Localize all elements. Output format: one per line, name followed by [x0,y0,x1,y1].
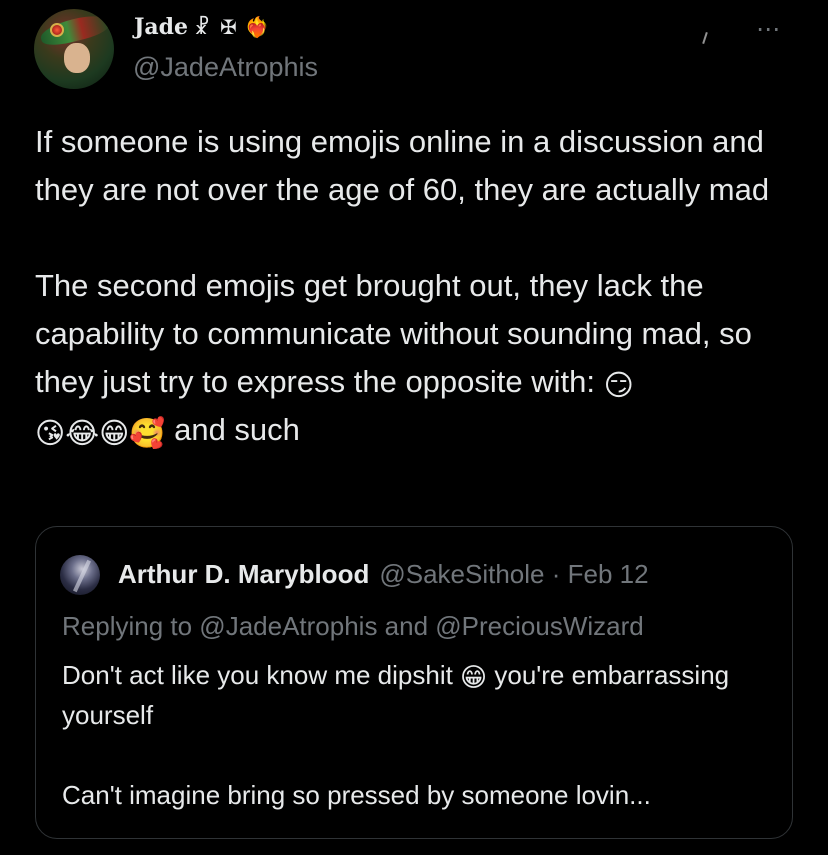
quoted-tweet-text: Don't act like you know me dipshit 😁 you… [62,655,762,815]
tweet-body: If someone is using emojis online in a d… [35,118,805,454]
grinning-face-emoji: 😁 [460,662,488,692]
quoted-tweet[interactable]: Arthur D. Maryblood @SakeSithole · Feb 1… [35,526,793,839]
more-options-icon[interactable]: ⋯ [756,18,781,42]
author-display-name[interactable]: Jade ☧ ✠ ❤️‍🔥 [134,12,270,42]
tweet-paragraph-2-tail: and such [165,412,300,447]
quoted-author-handle-date: @SakeSithole · Feb 12 [379,559,649,589]
author-name-text: Jade [134,14,189,40]
tweet-paragraph-2-text: The second emojis get brought out, they … [35,268,761,399]
grinning-face-emoji: 😁 [99,418,130,450]
quoted-paragraph-1-text: Don't act like you know me dipshit [62,660,461,690]
quoted-author-name[interactable]: Arthur D. Maryblood [118,559,369,590]
avatar-gem [50,23,64,37]
tweet-paragraph-1: If someone is using emojis online in a d… [35,124,773,207]
avatar-face [64,43,90,73]
face-blowing-kiss-emoji: 😘 [35,418,66,450]
quoted-author-line: Arthur D. Maryblood @SakeSithole · Feb 1… [118,559,649,590]
quoted-author-avatar[interactable] [60,555,100,595]
tweet-paragraph-2: The second emojis get brought out, they … [35,262,805,454]
author-handle[interactable]: @JadeAtrophis [133,52,318,83]
smiling-face-with-hearts-emoji: 🥰 [129,418,166,450]
tears-of-joy-emoji: 😂 [65,418,100,450]
artifact-mark [702,31,708,45]
author-avatar[interactable] [34,9,114,89]
replying-to-line: Replying to @JadeAtrophis and @PreciousW… [62,611,644,641]
quoted-paragraph-2: Can't imagine bring so pressed by someon… [62,780,651,810]
quoted-paragraph-1: Don't act like you know me dipshit 😁 you… [62,655,762,735]
tweet-header: Jade ☧ ✠ ❤️‍🔥 @JadeAtrophis ⋯ [0,0,828,100]
smirking-face-emoji: 😏 [603,370,634,402]
avatar-detail [73,559,91,593]
author-name-glyphs: ☧ ✠ [194,15,239,39]
heart-on-fire-icon: ❤️‍🔥 [244,15,270,39]
